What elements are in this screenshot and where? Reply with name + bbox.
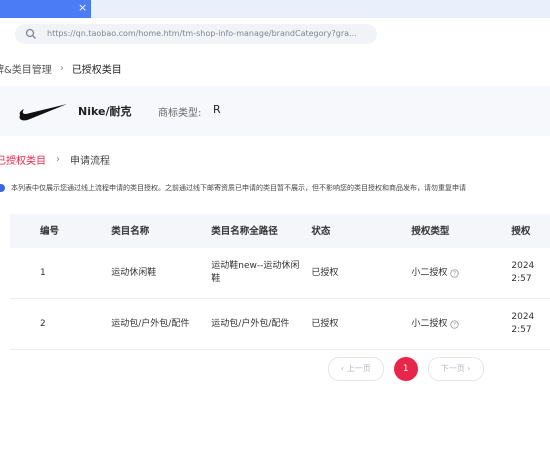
next-page-button[interactable]: 下一页 › <box>427 357 484 381</box>
row-category-name: 运动包/户外包/配件 <box>111 318 190 329</box>
breadcrumb: 牌&类目管理 › 已授权类目 <box>0 58 122 78</box>
search-icon <box>25 28 36 39</box>
column-header-status: 状态 <box>311 225 331 237</box>
trademark-type-label: 商标类型: <box>158 108 202 119</box>
row-no: 1 <box>40 267 46 278</box>
column-header-auth-type: 授权类型 <box>411 225 450 237</box>
tab-application-process[interactable]: 申请流程 <box>70 152 110 167</box>
column-header-no: 编号 <box>40 225 60 237</box>
notice-bar: 本列表中仅展示您通过线上流程申请的类目授权。之前通过线下邮寄资质已申请的类目暂不… <box>0 180 550 198</box>
pagination: ‹ 上一页 1 下一页 › <box>328 356 484 382</box>
row-auth-time-line2: 2:57 <box>511 325 532 335</box>
notice-text: 本列表中仅展示您通过线上流程申请的类目授权。之前通过线下邮寄资质已申请的类目暂不… <box>11 184 466 192</box>
url-text: https://qn.taobao.com/home.htm/tm-shop-i… <box>47 29 357 38</box>
row-auth-time: 2024 2:57 <box>511 311 550 337</box>
nike-swoosh-logo <box>19 104 67 121</box>
breadcrumb-current: 已授权类目 <box>71 64 122 76</box>
row-category-path: 运动包/户外包/配件 <box>211 318 290 329</box>
row-no: 2 <box>40 318 46 329</box>
table-row: 1 运动休闲鞋 运动鞋new--运动休闲鞋 已授权 小二授权 ? 2024 2:… <box>10 248 550 299</box>
column-header-auth-time: 授权 <box>511 225 531 237</box>
row-auth-type: 小二授权 ? <box>411 318 511 331</box>
breadcrumb-parent-link[interactable]: 牌&类目管理 <box>0 61 52 76</box>
brand-name: Nike/耐克 <box>78 105 132 118</box>
browser-tab[interactable]: × <box>0 0 91 18</box>
trademark-type-value: R <box>213 103 221 116</box>
address-bar[interactable]: https://qn.taobao.com/home.htm/tm-shop-i… <box>15 24 377 44</box>
category-table: 编号 类目名称 类目名称全路径 状态 授权类型 授权 1 运动休闲鞋 运动鞋ne… <box>10 214 550 350</box>
browser-tabstrip: × <box>0 0 550 18</box>
row-auth-type-label: 小二授权 <box>411 267 448 278</box>
row-auth-time-line1: 2024 <box>511 312 535 322</box>
help-icon[interactable]: ? <box>450 268 460 278</box>
chevron-right-icon: › <box>59 62 64 74</box>
close-icon[interactable]: × <box>78 1 87 15</box>
row-auth-time: 2024 2:57 <box>511 260 550 286</box>
row-auth-type-label: 小二授权 <box>411 318 448 329</box>
table-header: 编号 类目名称 类目名称全路径 状态 授权类型 授权 <box>10 214 550 248</box>
row-auth-time-line2: 2:57 <box>511 274 532 284</box>
svg-text:?: ? <box>453 322 456 328</box>
row-category-name: 运动休闲鞋 <box>111 267 157 278</box>
info-icon <box>0 184 5 192</box>
row-status: 已授权 <box>311 318 339 329</box>
page-1-button[interactable]: 1 <box>393 357 418 381</box>
row-auth-type: 小二授权 ? <box>411 267 511 280</box>
column-header-path: 类目名称全路径 <box>211 225 278 237</box>
row-category-path: 运动鞋new--运动休闲鞋 <box>211 261 300 284</box>
help-icon[interactable]: ? <box>450 319 460 329</box>
table-row: 2 运动包/户外包/配件 运动包/户外包/配件 已授权 小二授权 ? 2024 … <box>10 299 550 350</box>
prev-page-button[interactable]: ‹ 上一页 <box>328 357 384 381</box>
section-tabs: 已授权类目 › 申请流程 <box>0 150 110 168</box>
svg-text:?: ? <box>453 271 456 277</box>
chevron-right-icon: › <box>56 153 60 165</box>
brand-info-panel: Nike/耐克 商标类型: R <box>0 86 550 136</box>
row-status: 已授权 <box>311 267 339 278</box>
column-header-name: 类目名称 <box>111 225 150 237</box>
row-auth-time-line1: 2024 <box>511 261 535 271</box>
tab-authorized-categories[interactable]: 已授权类目 <box>0 152 46 167</box>
